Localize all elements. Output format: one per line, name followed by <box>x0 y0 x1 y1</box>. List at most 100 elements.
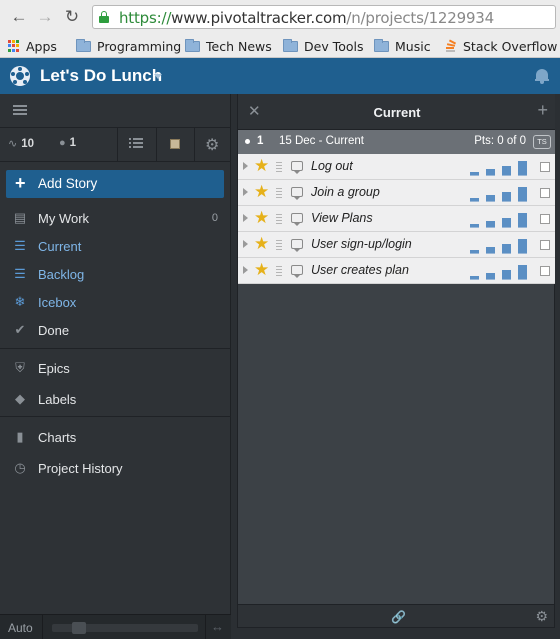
estimate-bar[interactable] <box>502 244 511 254</box>
bookmark-music[interactable]: Music <box>374 37 431 55</box>
sidebar-item-labels[interactable]: ◆ Labels <box>0 387 231 413</box>
hamburger-menu-icon[interactable] <box>13 105 27 116</box>
bookmark-apps[interactable]: Apps <box>8 37 57 55</box>
team-strength-badge[interactable]: TS <box>533 135 551 149</box>
estimate-bar[interactable] <box>470 250 479 254</box>
velocity-stat[interactable]: ∿ 10 <box>8 137 34 151</box>
story-row[interactable]: ★ View Plans <box>238 206 556 232</box>
story-title: User creates plan <box>311 263 409 277</box>
comment-icon <box>291 187 303 200</box>
reload-icon[interactable]: ↻ <box>61 6 83 28</box>
estimate-bar[interactable] <box>470 172 479 176</box>
expand-triangle-icon[interactable] <box>243 214 248 222</box>
estimate-bar[interactable] <box>518 161 527 176</box>
estimate-bar[interactable] <box>502 270 511 280</box>
estimate-bar[interactable] <box>518 265 527 280</box>
drag-handle-icon[interactable] <box>276 214 282 224</box>
notification-bell-icon[interactable] <box>535 68 549 84</box>
estimate-bar[interactable] <box>518 239 527 254</box>
footer-divider <box>42 615 43 639</box>
sidebar-item-project-history[interactable]: ◷ Project History <box>0 456 231 482</box>
story-title: Log out <box>311 159 353 173</box>
story-row[interactable]: ★ Join a group <box>238 180 556 206</box>
sidebar-item-charts[interactable]: ▮ Charts <box>0 425 231 451</box>
expand-triangle-icon[interactable] <box>243 162 248 170</box>
star-icon[interactable]: ★ <box>254 156 269 176</box>
estimate-bar[interactable] <box>502 166 511 176</box>
link-icon[interactable]: 🔗 <box>391 610 406 624</box>
bookmark-dev-tools[interactable]: Dev Tools <box>283 37 363 55</box>
sidebar-item-epics[interactable]: ⛨ Epics <box>0 356 231 382</box>
expand-triangle-icon[interactable] <box>243 266 248 274</box>
sidebar: ∿ 10 ● 1 ⚙ + Add Story ▤ My Work 0 ☰ Cur… <box>0 94 231 639</box>
drag-handle-icon[interactable] <box>276 266 282 276</box>
forward-arrow-icon[interactable]: → <box>34 6 56 28</box>
estimate-bar[interactable] <box>486 247 495 254</box>
story-row[interactable]: ★ User sign-up/login <box>238 232 556 258</box>
sidebar-item-done[interactable]: ✔ Done <box>0 318 231 344</box>
slider-thumb[interactable] <box>72 622 86 634</box>
estimate-selector[interactable] <box>470 212 528 228</box>
address-bar[interactable]: https://www.pivotaltracker.com/n/project… <box>92 5 556 29</box>
square-icon <box>170 139 180 149</box>
tracker-logo-icon[interactable] <box>10 66 30 86</box>
stop-button[interactable] <box>156 128 193 161</box>
estimate-bar[interactable] <box>486 169 495 176</box>
estimate-bar[interactable] <box>518 187 527 202</box>
expand-triangle-icon[interactable] <box>243 240 248 248</box>
estimate-bar[interactable] <box>486 273 495 280</box>
estimate-selector[interactable] <box>470 238 528 254</box>
settings-button[interactable]: ⚙ <box>194 128 231 161</box>
estimate-selector[interactable] <box>470 186 528 202</box>
drag-handle-icon[interactable] <box>276 162 282 172</box>
estimate-bar[interactable] <box>470 224 479 228</box>
folder-icon <box>185 38 200 52</box>
iteration-header[interactable]: 1 15 Dec - Current Pts: 0 of 0 TS <box>238 130 556 154</box>
star-icon[interactable]: ★ <box>254 208 269 228</box>
comment-icon <box>291 239 303 252</box>
star-icon[interactable]: ★ <box>254 234 269 254</box>
auto-button[interactable]: Auto <box>8 621 33 635</box>
story-row[interactable]: ★ Log out <box>238 154 556 180</box>
star-icon[interactable]: ★ <box>254 260 269 280</box>
resize-arrows-icon[interactable]: ↔ <box>211 619 224 634</box>
estimate-selector[interactable] <box>470 264 528 280</box>
estimate-bar[interactable] <box>502 192 511 202</box>
members-stat[interactable]: ● 1 <box>59 137 76 149</box>
estimate-bar[interactable] <box>470 276 479 280</box>
estimate-bar[interactable] <box>502 218 511 228</box>
estimate-bar[interactable] <box>518 213 527 228</box>
sidebar-item-current[interactable]: ☰ Current <box>0 234 231 260</box>
bookmarks-bar: Apps Programming Tech News Dev Tools Mus… <box>0 34 560 58</box>
select-checkbox[interactable] <box>540 240 550 250</box>
bookmark-tech-news[interactable]: Tech News <box>185 37 272 55</box>
drag-handle-icon[interactable] <box>276 188 282 198</box>
estimate-selector[interactable] <box>470 160 528 176</box>
drag-handle-icon[interactable] <box>276 240 282 250</box>
story-title: User sign-up/login <box>311 237 412 251</box>
bookmark-stack-overflow[interactable]: Stack Overflow <box>444 37 557 55</box>
sidebar-item-my-work[interactable]: ▤ My Work 0 <box>0 206 231 232</box>
estimate-bar[interactable] <box>486 221 495 228</box>
bookmark-programming[interactable]: Programming <box>76 37 181 55</box>
list-view-button[interactable] <box>117 128 154 161</box>
expand-triangle-icon[interactable] <box>243 188 248 196</box>
gear-icon[interactable]: ⚙ <box>535 608 548 625</box>
select-checkbox[interactable] <box>540 266 550 276</box>
select-checkbox[interactable] <box>540 188 550 198</box>
select-checkbox[interactable] <box>540 162 550 172</box>
zoom-slider[interactable] <box>52 622 198 634</box>
select-checkbox[interactable] <box>540 214 550 224</box>
list-view-icon <box>129 138 143 149</box>
project-title[interactable]: Let's Do Lunch <box>40 66 162 86</box>
add-icon[interactable]: + <box>537 100 548 121</box>
chevron-down-icon[interactable] <box>154 74 162 79</box>
estimate-bar[interactable] <box>486 195 495 202</box>
story-row[interactable]: ★ User creates plan <box>238 258 556 284</box>
sidebar-item-icebox[interactable]: ❄ Icebox <box>0 290 231 316</box>
sidebar-item-backlog[interactable]: ☰ Backlog <box>0 262 231 288</box>
star-icon[interactable]: ★ <box>254 182 269 202</box>
add-story-button[interactable]: + Add Story <box>6 170 224 198</box>
back-arrow-icon[interactable]: ← <box>8 6 30 28</box>
estimate-bar[interactable] <box>470 198 479 202</box>
